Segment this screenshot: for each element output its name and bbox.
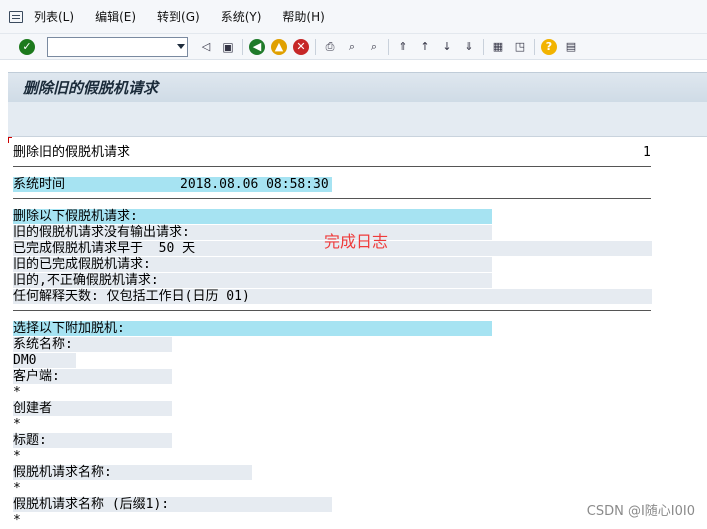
command-field[interactable] (47, 36, 188, 57)
report-line: 创建者 (13, 401, 53, 416)
menu-edit[interactable]: 编辑(E) (95, 8, 136, 25)
system-time-label: 系统时间 (13, 177, 66, 192)
report-line: * (13, 417, 21, 432)
menu-bar: 列表(L) 编辑(E) 转到(G) 系统(Y) 帮助(H) (0, 0, 707, 34)
next-page-icon[interactable]: ↓ (439, 39, 455, 55)
report-line: 系统名称: (13, 337, 73, 352)
toolbar-divider (534, 38, 535, 55)
system-time-value: 2018.08.06 08:58:30 (180, 177, 329, 192)
menu-help[interactable]: 帮助(H) (282, 8, 324, 25)
report-area: 删除旧的假脱机请求 1 系统时间 2018.08.06 08:58:30 删除以… (8, 137, 707, 529)
report-line: * (13, 513, 21, 528)
divider (13, 310, 651, 311)
report-line: 已完成假脱机请求早于 50 天 (13, 241, 196, 256)
report-line: 假脱机请求名称 (后缀1): (13, 497, 170, 512)
toolbar-divider (388, 38, 389, 55)
report-line: DM0 (13, 353, 37, 368)
new-session-icon[interactable]: ◳ (512, 39, 528, 55)
previous-page-icon[interactable]: ↑ (417, 39, 433, 55)
toolbar-divider (483, 38, 484, 55)
standard-toolbar: ✓ ◁ ▣ ◀ ▲ ✕ ⎙ ⌕ ⌕ ⇑ ↑ ↓ ⇓ ▦ ◳ ? ▤ (0, 34, 707, 60)
cursor-marker (8, 137, 12, 143)
exit-icon[interactable]: ▲ (271, 38, 287, 55)
report-line: 选择以下附加脱机: (13, 321, 125, 336)
report-line: 旧的,不正确假脱机请求: (13, 273, 159, 288)
report-line: 旧的已完成假脱机请求: (13, 257, 151, 272)
print-icon[interactable]: ⎙ (322, 39, 338, 55)
watermark: CSDN @I随心I0I0 (586, 504, 695, 519)
page-number: 1 (643, 145, 651, 160)
report-line: 删除以下假脱机请求: (13, 209, 138, 224)
report-line: * (13, 449, 21, 464)
annotation-text: 完成日志 (324, 232, 389, 251)
report-line: 旧的假脱机请求没有输出请求: (13, 225, 190, 240)
system-menu-icon[interactable] (9, 10, 23, 23)
title-bar: 删除旧的假脱机请求 (8, 72, 707, 102)
find-next-icon[interactable]: ⌕ (366, 39, 382, 55)
chevron-down-icon[interactable] (177, 43, 185, 49)
divider (13, 166, 651, 167)
page-title: 删除旧的假脱机请求 (23, 79, 159, 97)
report-line: * (13, 385, 21, 400)
find-icon[interactable]: ⌕ (344, 39, 360, 55)
enter-check-icon[interactable]: ✓ (19, 38, 35, 55)
report-line: 标题: (13, 433, 47, 448)
menu-list[interactable]: 列表(L) (34, 8, 74, 25)
menu-system[interactable]: 系统(Y) (221, 8, 262, 25)
report-header: 删除旧的假脱机请求 (13, 145, 131, 160)
toolbar-divider (242, 38, 243, 55)
save-icon[interactable]: ▣ (220, 39, 236, 55)
last-page-icon[interactable]: ⇓ (461, 39, 477, 55)
application-toolbar (8, 102, 707, 137)
report-line: * (13, 481, 21, 496)
menu-goto[interactable]: 转到(G) (157, 8, 200, 25)
report-line: 任何解释天数: 仅包括工作日(日历 01) (13, 289, 250, 304)
report-line: 假脱机请求名称: (13, 465, 112, 480)
report-line: 客户端: (13, 369, 60, 384)
first-page-icon[interactable]: ⇑ (395, 39, 411, 55)
history-back-icon[interactable]: ◁ (198, 39, 214, 55)
back-icon[interactable]: ◀ (249, 38, 265, 55)
divider (13, 198, 651, 199)
help-icon[interactable]: ? (541, 38, 557, 55)
toolbar-divider (315, 38, 316, 55)
layout-icon[interactable]: ▦ (490, 39, 506, 55)
settings-icon[interactable]: ▤ (563, 39, 579, 55)
cancel-icon[interactable]: ✕ (293, 38, 309, 55)
